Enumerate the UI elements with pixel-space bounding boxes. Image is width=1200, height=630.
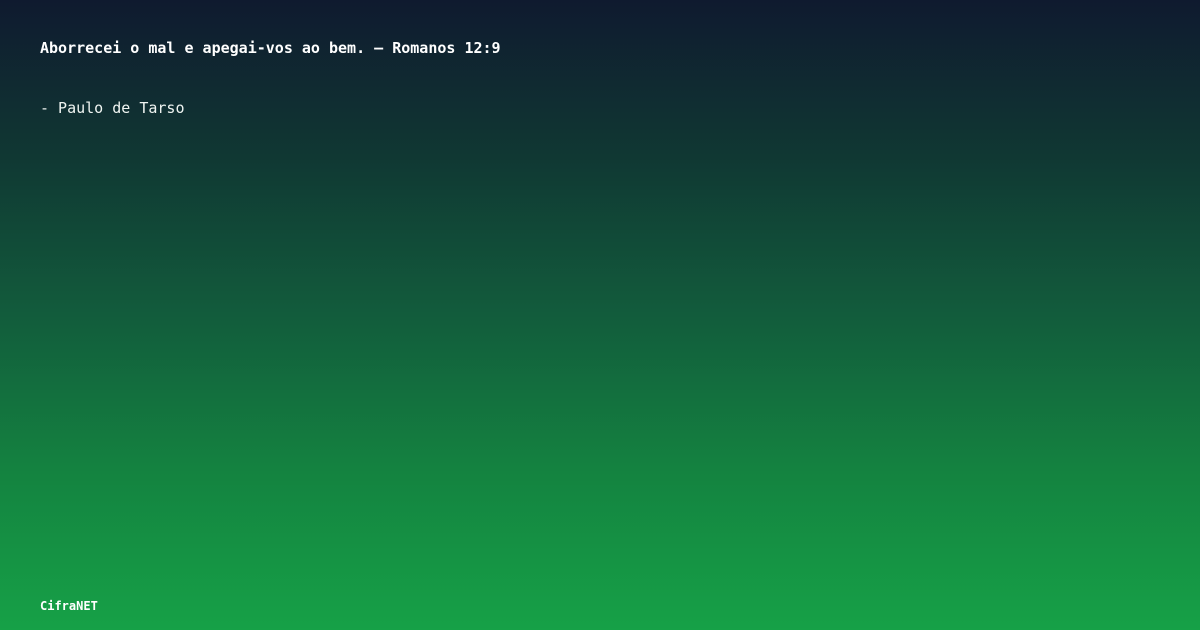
quote-author: - Paulo de Tarso	[40, 99, 185, 117]
share-card: { "card": { "quote": "Aborrecei o mal e …	[0, 0, 1200, 630]
brand-label: CifraNET	[40, 599, 98, 613]
quote-text: Aborrecei o mal e apegai-vos ao bem. — R…	[40, 39, 501, 57]
